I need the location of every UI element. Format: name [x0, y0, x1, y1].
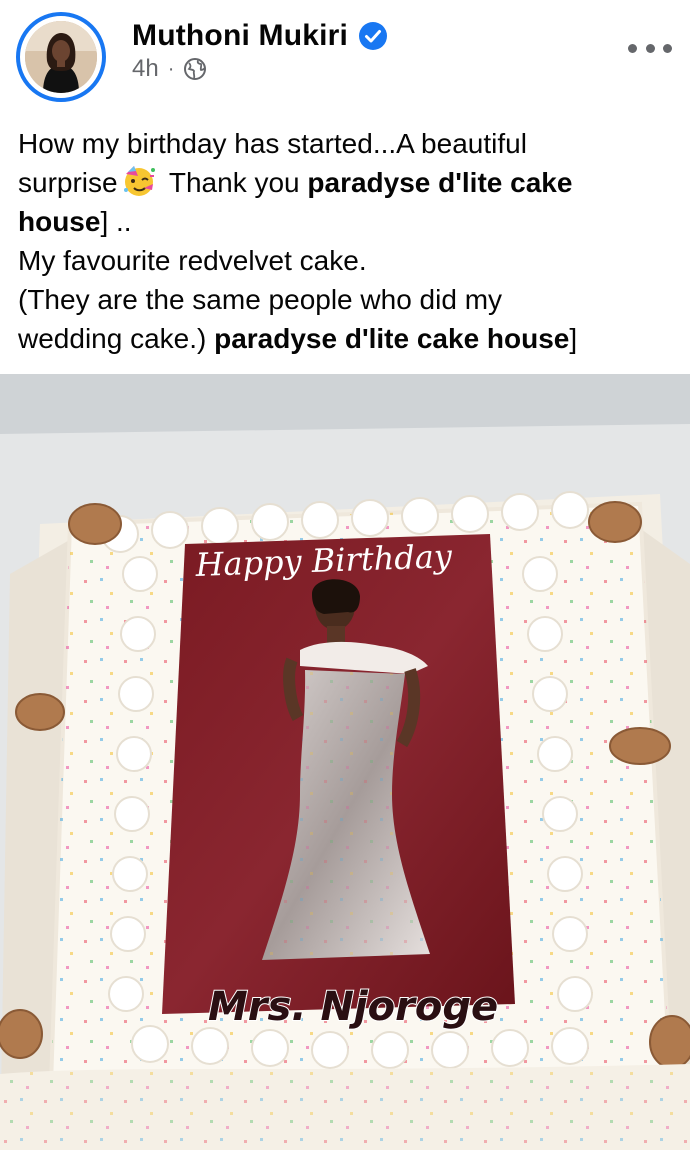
- meta-separator: ·: [167, 58, 175, 80]
- caption-text: Thank you: [161, 167, 308, 198]
- profile-avatar-ring[interactable]: [16, 12, 106, 102]
- more-options-icon[interactable]: [628, 36, 672, 60]
- post-photo[interactable]: Happy Birthday Mrs. Njoroge: [0, 374, 690, 1150]
- caption-text: ]: [569, 323, 578, 354]
- post-header: Muthoni Mukiri 4h ·: [0, 0, 690, 110]
- caption-line-1: How my birthday has started...A beautifu…: [18, 128, 527, 159]
- caption-line-5: (They are the same people who did my: [18, 284, 503, 315]
- caption-text: surprise: [18, 167, 118, 198]
- facebook-post: Muthoni Mukiri 4h · How my birthday has …: [0, 0, 690, 1150]
- caption-line-4: My favourite redvelvet cake.: [18, 245, 367, 276]
- page-mention-link[interactable]: paradyse d'lite cake: [307, 167, 572, 198]
- caption-line-6: wedding cake.) paradyse d'lite cake hous…: [18, 319, 678, 358]
- author-row: Muthoni Mukiri: [132, 16, 388, 56]
- cake-photo: Happy Birthday Mrs. Njoroge: [0, 374, 690, 1150]
- post-caption: How my birthday has started...A beautifu…: [18, 124, 678, 358]
- page-mention-link[interactable]: house: [18, 206, 100, 237]
- more-dot: [645, 43, 655, 53]
- more-dot: [663, 43, 672, 53]
- caption-line-3: house] ..: [18, 202, 678, 241]
- caption-text: wedding cake.): [18, 323, 215, 354]
- avatar[interactable]: [25, 21, 97, 93]
- globe-icon[interactable]: [183, 57, 207, 81]
- verified-badge-icon: [358, 21, 388, 51]
- cake-topper-bottom-text: Mrs. Njoroge: [208, 984, 498, 1030]
- more-dot: [628, 43, 637, 53]
- caption-line-2: surprise Thank you paradyse d'lite cake: [18, 163, 678, 202]
- caption-text: ] ..: [100, 206, 132, 237]
- author-name[interactable]: Muthoni Mukiri: [132, 19, 348, 53]
- page-mention-link[interactable]: paradyse d'lite cake house: [214, 323, 569, 354]
- partying-face-emoji-icon: [122, 164, 158, 198]
- post-meta: 4h ·: [132, 54, 207, 84]
- avatar-image: [25, 21, 97, 93]
- post-timestamp[interactable]: 4h: [132, 55, 159, 83]
